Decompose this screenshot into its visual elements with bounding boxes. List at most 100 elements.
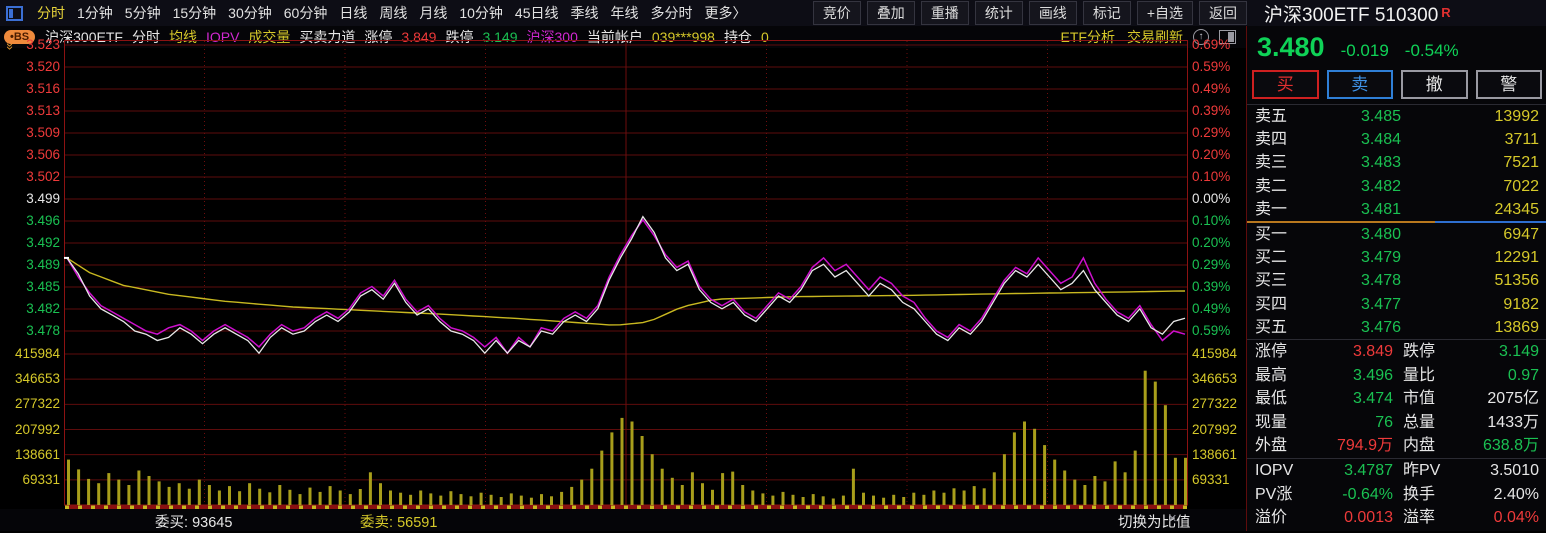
close-icon[interactable]: × <box>1168 510 1177 527</box>
buy-button[interactable]: 买 <box>1252 70 1319 99</box>
stat-value: 3.4787 <box>1307 459 1393 483</box>
stat-value: 0.0013 <box>1307 506 1393 530</box>
iopv-grid: IOPV3.4787昨PV3.5010PV涨-0.64%换手2.40%溢价0.0… <box>1247 458 1546 530</box>
toolbar-button-返回[interactable]: 返回 <box>1199 1 1247 25</box>
order-book-row-buy[interactable]: 买三3.47851356 <box>1247 269 1546 292</box>
toggle-ratio-link[interactable]: 切换为比值 <box>1118 511 1191 532</box>
book-label: 买五 <box>1255 316 1313 339</box>
menu-item-分时[interactable]: 分时 <box>31 3 71 23</box>
order-book-row-sell[interactable]: 卖四3.4843711 <box>1247 128 1546 151</box>
axis-tick-label: 3.516 <box>0 81 60 97</box>
axis-tick-label: 346653 <box>0 371 60 387</box>
book-price: 3.476 <box>1313 316 1401 339</box>
sell-button[interactable]: 卖 <box>1327 70 1394 99</box>
order-book-row-sell[interactable]: 卖五3.48513992 <box>1247 105 1546 128</box>
axis-tick-label: 3.482 <box>0 301 60 317</box>
stat-value: 1433万 <box>1459 411 1539 435</box>
axis-tick-label: 207992 <box>1192 422 1237 438</box>
stat-value: 76 <box>1307 411 1393 435</box>
book-label: 买四 <box>1255 293 1313 316</box>
alert-button[interactable]: 警 <box>1476 70 1543 99</box>
axis-tick-label: 3.492 <box>0 235 60 251</box>
stat-value: 0.97 <box>1459 364 1539 388</box>
book-price: 3.482 <box>1313 175 1401 198</box>
axis-tick-label: 3.523 <box>0 37 60 53</box>
book-price: 3.483 <box>1313 151 1401 174</box>
axis-tick-label: 3.499 <box>0 191 60 207</box>
menu-item-月线[interactable]: 月线 <box>413 3 453 23</box>
menu-item-15分钟[interactable]: 15分钟 <box>167 3 223 23</box>
menu-item-周线[interactable]: 周线 <box>373 3 413 23</box>
stat-label: 量比 <box>1393 364 1459 388</box>
toolbar-button-标记[interactable]: 标记 <box>1083 1 1131 25</box>
menu-item-1分钟[interactable]: 1分钟 <box>71 3 119 23</box>
menu-item-日线[interactable]: 日线 <box>333 3 373 23</box>
stat-label: 涨停 <box>1255 340 1307 364</box>
axis-tick-label: 0.20% <box>1192 147 1230 163</box>
top-toolbar: 分时1分钟5分钟15分钟30分钟60分钟日线周线月线10分钟45日线季线年线多分… <box>0 0 1546 26</box>
toolbar-button-统计[interactable]: 统计 <box>975 1 1023 25</box>
book-volume: 12291 <box>1401 246 1539 269</box>
stat-row: 最低3.474市值2075亿 <box>1247 387 1546 411</box>
menu-item-更多〉[interactable]: 更多〉 <box>698 3 752 23</box>
axis-tick-label: 0.39% <box>1192 279 1230 295</box>
order-book-row-buy[interactable]: 买二3.47912291 <box>1247 246 1546 269</box>
book-label: 卖四 <box>1255 128 1313 151</box>
menu-item-季线[interactable]: 季线 <box>564 3 604 23</box>
menu-item-5分钟[interactable]: 5分钟 <box>119 3 167 23</box>
menu-item-多分时[interactable]: 多分时 <box>644 3 698 23</box>
price-change: -0.019 <box>1341 41 1389 61</box>
axis-tick-label: 0.59% <box>1192 59 1230 75</box>
trade-buttons: 买卖撤警 <box>1252 70 1542 99</box>
stat-label: 换手 <box>1393 483 1459 507</box>
book-price: 3.477 <box>1313 293 1401 316</box>
ask-total: 委卖: 56591 <box>360 511 437 532</box>
axis-tick-label: 415984 <box>1192 346 1237 362</box>
stat-value: 3.849 <box>1307 340 1393 364</box>
stat-value: 3.149 <box>1459 340 1539 364</box>
order-book-row-buy[interactable]: 买四3.4779182 <box>1247 293 1546 316</box>
stat-value: 3.474 <box>1307 387 1393 411</box>
axis-tick-label: 0.49% <box>1192 81 1230 97</box>
axis-tick-label: 0.00% <box>1192 191 1230 207</box>
toolbar-button-叠加[interactable]: 叠加 <box>867 1 915 25</box>
symbol-title: 沪深300ETF 510300R <box>1250 0 1546 27</box>
menu-item-年线[interactable]: 年线 <box>604 3 644 23</box>
order-book-row-buy[interactable]: 买五3.47613869 <box>1247 316 1546 339</box>
tool-buttons: 竞价叠加重播统计画线标记+自选返回 <box>810 1 1250 25</box>
toolbar-button-画线[interactable]: 画线 <box>1029 1 1077 25</box>
book-volume: 7521 <box>1401 151 1539 174</box>
axis-tick-label: 0.39% <box>1192 103 1230 119</box>
cancel-order-button[interactable]: 撤 <box>1401 70 1468 99</box>
axis-tick-label: 277322 <box>1192 396 1237 412</box>
stat-label: 市值 <box>1393 387 1459 411</box>
order-book-row-sell[interactable]: 卖三3.4837521 <box>1247 151 1546 174</box>
axis-tick-label: 207992 <box>0 422 60 438</box>
toolbar-button-重播[interactable]: 重播 <box>921 1 969 25</box>
axis-tick-label: 0.20% <box>1192 235 1230 251</box>
app-window-icon[interactable] <box>6 6 23 21</box>
menu-item-30分钟[interactable]: 30分钟 <box>222 3 278 23</box>
book-price: 3.480 <box>1313 223 1401 246</box>
book-label: 卖三 <box>1255 151 1313 174</box>
quote-panel: 3.480 -0.019 -0.54% 买卖撤警 卖五3.48513992卖四3… <box>1247 26 1546 531</box>
stat-label: 最低 <box>1255 387 1307 411</box>
axis-tick-label: 3.489 <box>0 257 60 273</box>
chart-canvas[interactable] <box>64 40 1188 510</box>
price-change-pct: -0.54% <box>1405 41 1459 61</box>
book-price: 3.479 <box>1313 246 1401 269</box>
toolbar-button-+自选[interactable]: +自选 <box>1137 1 1193 25</box>
order-book-row-buy[interactable]: 买一3.4806947 <box>1247 223 1546 246</box>
axis-tick-label: 3.509 <box>0 125 60 141</box>
toolbar-button-竞价[interactable]: 竞价 <box>813 1 861 25</box>
stat-row: 现量76总量1433万 <box>1247 411 1546 435</box>
order-book-row-sell[interactable]: 卖一3.48124345 <box>1247 198 1546 221</box>
menu-item-45日线[interactable]: 45日线 <box>509 3 565 23</box>
stat-row: PV涨-0.64%换手2.40% <box>1247 483 1546 507</box>
axis-tick-label: 3.506 <box>0 147 60 163</box>
menu-item-60分钟[interactable]: 60分钟 <box>278 3 334 23</box>
stat-value: 3.496 <box>1307 364 1393 388</box>
order-book-row-sell[interactable]: 卖二3.4827022 <box>1247 175 1546 198</box>
menu-item-10分钟[interactable]: 10分钟 <box>453 3 509 23</box>
stat-value: 794.9万 <box>1307 434 1393 458</box>
